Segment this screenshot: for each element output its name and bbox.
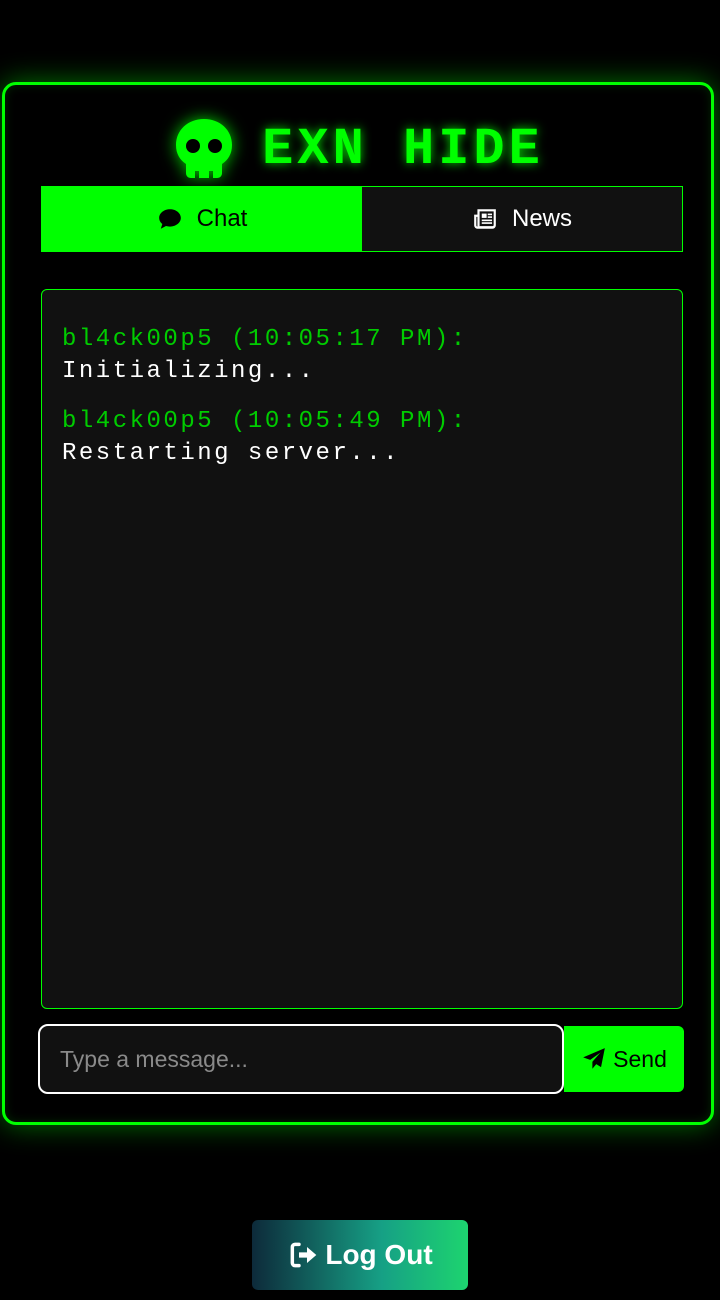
message-composer: Send (38, 1023, 684, 1095)
message-body: Restarting server... (62, 440, 401, 467)
send-button[interactable]: Send (564, 1026, 684, 1092)
tab-chat-label: Chat (196, 205, 248, 232)
message-body: Initializing... (62, 358, 316, 385)
app-panel: EXN HIDE Chat News bl4ck00p5 (10:05:17 P… (2, 82, 714, 1125)
tab-chat[interactable]: Chat (42, 187, 362, 251)
message-input[interactable] (38, 1024, 564, 1094)
message-header: bl4ck00p5 (10:05:17 PM): (62, 326, 468, 353)
chat-log[interactable]: bl4ck00p5 (10:05:17 PM): Initializing...… (41, 289, 683, 1009)
tab-bar: Chat News (41, 186, 683, 252)
chat-message: bl4ck00p5 (10:05:49 PM): Restarting serv… (62, 406, 662, 470)
skull-icon (176, 119, 233, 178)
message-header: bl4ck00p5 (10:05:49 PM): (62, 408, 468, 435)
app-header: EXN HIDE (5, 113, 711, 185)
send-label: Send (613, 1045, 667, 1072)
logout-label: Log Out (325, 1239, 433, 1270)
chat-message: bl4ck00p5 (10:05:17 PM): Initializing... (62, 324, 662, 388)
logout-button[interactable]: Log Out (252, 1220, 468, 1290)
comment-icon (158, 209, 181, 229)
newspaper-icon (474, 209, 496, 229)
paper-plane-icon (583, 1048, 605, 1069)
sign-out-icon (290, 1242, 317, 1268)
app-title: EXN HIDE (262, 119, 544, 179)
tab-news[interactable]: News (362, 187, 682, 251)
tab-news-label: News (511, 205, 572, 232)
